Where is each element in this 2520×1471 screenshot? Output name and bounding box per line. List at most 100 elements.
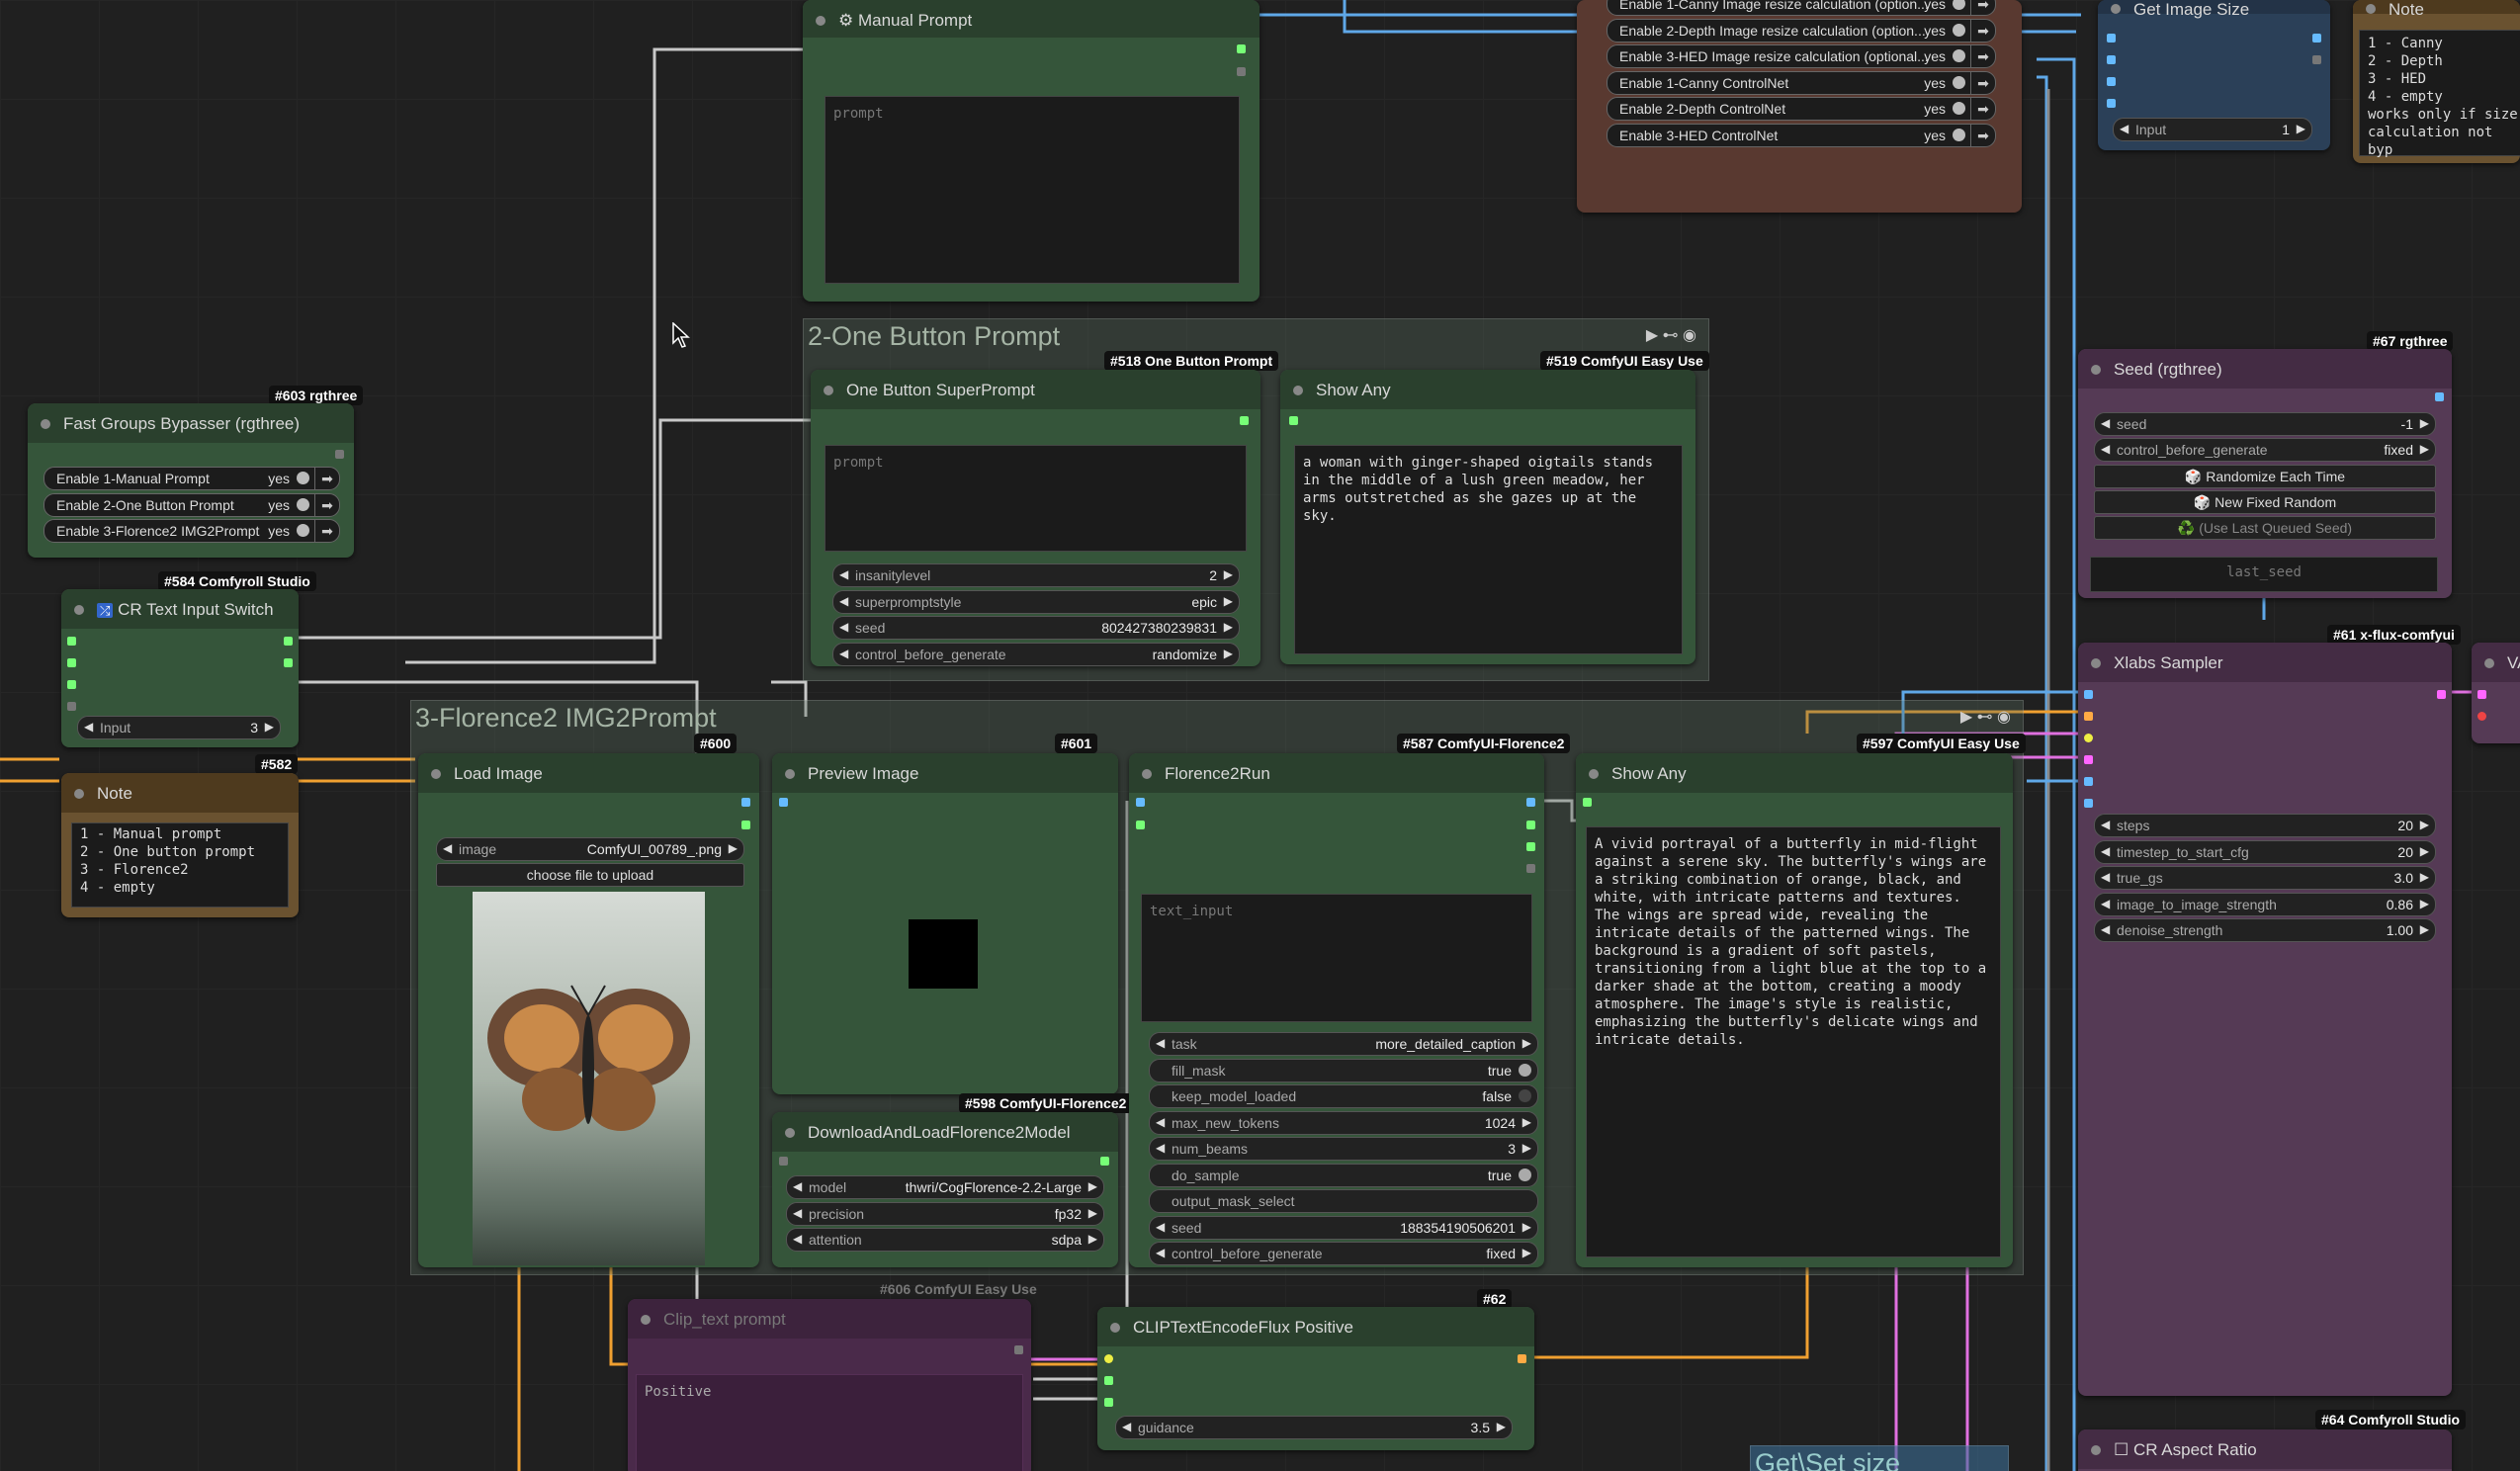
- group-toggle-row[interactable]: Enable 2-Depth Image resize calculation …: [1607, 18, 1996, 43]
- navigate-arrow-icon[interactable]: ➡: [1970, 0, 1995, 15]
- navigate-arrow-icon[interactable]: ➡: [1970, 124, 1995, 146]
- decrement-arrow-icon[interactable]: ◀: [793, 1206, 802, 1220]
- output-slot[interactable]: [1526, 821, 1535, 829]
- collapse-dot[interactable]: [2091, 1445, 2101, 1455]
- navigate-arrow-icon[interactable]: ➡: [314, 468, 339, 489]
- output-slot[interactable]: [1100, 1157, 1109, 1166]
- collapse-dot[interactable]: [431, 769, 441, 779]
- preview-image-node[interactable]: Preview Image: [772, 753, 1118, 1094]
- image-select[interactable]: ◀ image ComfyUI_00789_.png ▶: [436, 837, 744, 861]
- input-slot[interactable]: [67, 702, 76, 711]
- control-before-generate-widget[interactable]: ◀ control_before_generate randomize ▶: [832, 642, 1240, 666]
- use-last-queued-seed-button[interactable]: ♻️ (Use Last Queued Seed): [2094, 516, 2436, 540]
- collapse-dot[interactable]: [785, 1128, 795, 1138]
- show-any-519-node[interactable]: Show Any a woman with ginger-shaped oigt…: [1280, 370, 1695, 664]
- seed-widget[interactable]: ◀ seed 188354190506201 ▶: [1149, 1215, 1538, 1240]
- collapse-dot[interactable]: [785, 769, 795, 779]
- group-toggle-row[interactable]: Enable 2-One Button Prompt yes ➡: [43, 492, 340, 517]
- input-slot[interactable]: [67, 680, 76, 689]
- input-slot[interactable]: [2107, 55, 2116, 64]
- group-toggle-row[interactable]: Enable 3-HED Image resize calculation (o…: [1607, 44, 1996, 68]
- collapse-dot[interactable]: [2366, 4, 2376, 14]
- do-sample-widget[interactable]: do_sample true: [1149, 1163, 1538, 1187]
- group-toggle-row[interactable]: Enable 1-Canny ControlNet yes ➡: [1607, 70, 1996, 95]
- navigate-arrow-icon[interactable]: ➡: [1970, 98, 1995, 120]
- input-slot[interactable]: [2107, 34, 2116, 43]
- superpromptstyle-widget[interactable]: ◀ superpromptstyle epic ▶: [832, 589, 1240, 614]
- collapse-dot[interactable]: [816, 16, 826, 26]
- decrement-arrow-icon[interactable]: ◀: [2101, 844, 2110, 858]
- decrement-arrow-icon[interactable]: ◀: [84, 720, 93, 734]
- navigate-arrow-icon[interactable]: ➡: [1970, 71, 1995, 94]
- output-slot[interactable]: [1518, 1354, 1526, 1363]
- output-slot[interactable]: [2435, 392, 2444, 401]
- output-slot[interactable]: [284, 658, 293, 667]
- decrement-arrow-icon[interactable]: ◀: [2101, 870, 2110, 884]
- note-top-right[interactable]: Note 1 - Canny 2 - Depth 3 - HED 4 - emp…: [2353, 0, 2520, 163]
- group-toggle-row[interactable]: Enable 1-Canny Image resize calculation …: [1607, 0, 1996, 16]
- navigate-arrow-icon[interactable]: ➡: [1970, 45, 1995, 67]
- output-slot[interactable]: [1237, 44, 1246, 53]
- increment-arrow-icon[interactable]: ▶: [2420, 818, 2429, 831]
- decrement-arrow-icon[interactable]: ◀: [1156, 1220, 1165, 1234]
- input-slot[interactable]: [2084, 755, 2093, 764]
- output-slot[interactable]: [335, 450, 344, 459]
- prompt-textarea[interactable]: prompt: [825, 445, 1247, 552]
- load-image-node[interactable]: Load Image ◀ image ComfyUI_00789_.png ▶ …: [418, 753, 759, 1267]
- collapse-dot[interactable]: [824, 386, 833, 395]
- input-slot[interactable]: [2107, 77, 2116, 86]
- output-slot[interactable]: [741, 821, 750, 829]
- clip-text-encode-flux-node[interactable]: CLIPTextEncodeFlux Positive ◀ guidance 3…: [1097, 1307, 1534, 1450]
- output-slot[interactable]: [1526, 842, 1535, 851]
- input-slot[interactable]: [2477, 690, 2486, 699]
- choose-file-button[interactable]: choose file to upload: [436, 863, 744, 887]
- input-slot[interactable]: [2084, 690, 2093, 699]
- collapse-dot[interactable]: [41, 419, 50, 429]
- note-left-node[interactable]: Note 1 - Manual prompt 2 - One button pr…: [61, 773, 299, 917]
- output-slot[interactable]: [741, 798, 750, 807]
- input-slot[interactable]: [2084, 799, 2093, 808]
- one-button-superprompt-node[interactable]: One Button SuperPrompt prompt ◀ insanityl…: [811, 370, 1260, 666]
- collapse-dot[interactable]: [74, 605, 84, 615]
- increment-arrow-icon[interactable]: ▶: [2420, 844, 2429, 858]
- new-fixed-random-button[interactable]: 🎲 New Fixed Random: [2094, 490, 2436, 514]
- increment-arrow-icon[interactable]: ▶: [1522, 1220, 1531, 1234]
- increment-arrow-icon[interactable]: ▶: [1088, 1206, 1097, 1220]
- group-toggle-row[interactable]: Enable 2-Depth ControlNet yes ➡: [1607, 97, 1996, 121]
- decrement-arrow-icon[interactable]: ◀: [2101, 818, 2110, 831]
- image-to-image-strength-widget[interactable]: ◀ image_to_image_strength 0.86 ▶: [2094, 892, 2436, 916]
- increment-arrow-icon[interactable]: ▶: [1497, 1420, 1506, 1433]
- task-widget[interactable]: ◀ task more_detailed_caption ▶: [1149, 1032, 1538, 1056]
- manual-prompt-node[interactable]: ⚙ Manual Prompt prompt: [803, 0, 1260, 302]
- toggle-knob[interactable]: [297, 472, 309, 484]
- collapse-dot[interactable]: [1110, 1323, 1120, 1333]
- toggle-knob[interactable]: [1519, 1063, 1531, 1077]
- toggle-knob[interactable]: [1953, 75, 1965, 89]
- precision-widget[interactable]: ◀ precision fp32 ▶: [786, 1201, 1104, 1226]
- output-slot[interactable]: [1240, 416, 1249, 425]
- navigate-arrow-icon[interactable]: ➡: [314, 493, 339, 516]
- collapse-dot[interactable]: [641, 1315, 651, 1325]
- seed-rgthree-node[interactable]: Seed (rgthree) ◀ seed -1 ▶ ◀ control_bef…: [2078, 349, 2452, 598]
- decrement-arrow-icon[interactable]: ◀: [839, 647, 848, 660]
- increment-arrow-icon[interactable]: ▶: [2420, 442, 2429, 456]
- download-florence2-node[interactable]: DownloadAndLoadFlorence2Model ◀ model thwr…: [772, 1112, 1118, 1267]
- florence2run-node[interactable]: Florence2Run text_input ◀ task more_detail…: [1129, 753, 1544, 1267]
- collapse-dot[interactable]: [1293, 386, 1303, 395]
- decrement-arrow-icon[interactable]: ◀: [2101, 416, 2110, 430]
- attention-widget[interactable]: ◀ attention sdpa ▶: [786, 1228, 1104, 1252]
- input-slot[interactable]: [1104, 1354, 1113, 1363]
- output-slot[interactable]: [1526, 798, 1535, 807]
- input-slot[interactable]: [779, 798, 788, 807]
- decrement-arrow-icon[interactable]: ◀: [839, 620, 848, 634]
- input-slot[interactable]: [1104, 1398, 1113, 1407]
- decrement-arrow-icon[interactable]: ◀: [839, 567, 848, 581]
- output-slot[interactable]: [1526, 864, 1535, 873]
- show-any-597-node[interactable]: Show Any A vivid portrayal of a butterfl…: [1576, 753, 2013, 1267]
- input-slot[interactable]: [1289, 416, 1298, 425]
- seed-widget[interactable]: ◀ seed 802427380239831 ▶: [832, 616, 1240, 640]
- decrement-arrow-icon[interactable]: ◀: [1156, 1115, 1165, 1129]
- output-slot[interactable]: [284, 637, 293, 646]
- collapse-dot[interactable]: [1589, 769, 1599, 779]
- positive-textarea[interactable]: Positive: [636, 1374, 1023, 1471]
